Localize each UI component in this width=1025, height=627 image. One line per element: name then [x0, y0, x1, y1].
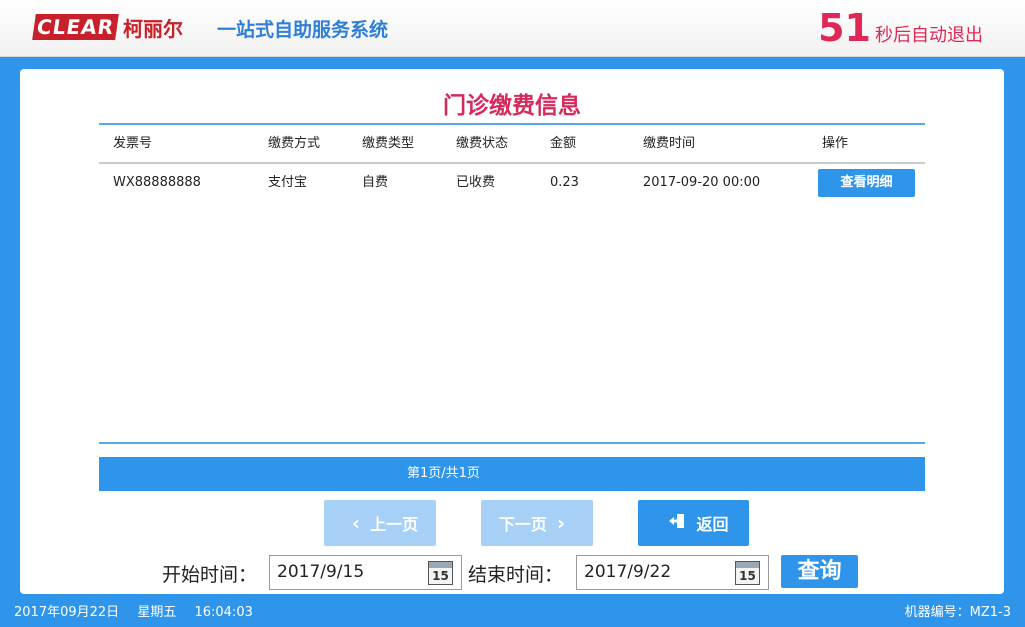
column-header-pay-method: 缴费方式 — [268, 136, 321, 151]
table-bottom-divider — [99, 442, 925, 444]
back-button[interactable]: 返回 — [638, 500, 749, 546]
chevron-right-icon: › — [556, 511, 566, 535]
chevron-left-icon: ‹ — [351, 511, 361, 535]
view-detail-button[interactable]: 查看明细 — [818, 169, 915, 197]
main-panel: 门诊缴费信息 发票号 缴费方式 缴费类型 缴费状态 金额 缴费时间 操作 WX8… — [20, 69, 1004, 594]
cell-invoice-no: WX88888888 — [113, 175, 201, 190]
column-header-action: 操作 — [822, 136, 849, 151]
payment-table: 发票号 缴费方式 缴费类型 缴费状态 金额 缴费时间 操作 WX88888888… — [99, 123, 925, 201]
back-label: 返回 — [696, 515, 729, 534]
pagination-bar: 第1页/共1页 — [99, 457, 925, 491]
machine-id: 机器编号：MZ1-3 — [904, 605, 1011, 620]
column-header-amount: 金额 — [550, 136, 577, 151]
next-page-label: 下一页 — [498, 515, 547, 534]
status-datetime: 2017年09月22日 星期五 16:04:03 — [14, 601, 267, 620]
page-title: 门诊缴费信息 — [443, 93, 581, 119]
countdown-seconds: 51 — [818, 6, 871, 50]
end-date-value: 2017/9/22 — [584, 562, 672, 582]
status-weekday: 星期五 — [137, 605, 177, 620]
page-indicator: 第1页/共1页 — [407, 466, 480, 481]
logo-chinese-name: 柯丽尔 — [122, 16, 183, 41]
end-date-label: 结束时间： — [468, 564, 564, 586]
countdown-label: 秒后自动退出 — [875, 25, 983, 46]
status-bar: 2017年09月22日 星期五 16:04:03 机器编号：MZ1-3 — [0, 597, 1025, 627]
column-header-pay-type: 缴费类型 — [362, 136, 415, 151]
calendar-day: 15 — [432, 569, 449, 583]
cell-amount: 0.23 — [550, 175, 579, 190]
start-date-label: 开始时间： — [162, 564, 258, 586]
cell-pay-status: 已收费 — [456, 175, 496, 190]
prev-page-button[interactable]: ‹ 上一页 — [324, 500, 436, 546]
exit-door-icon — [668, 511, 686, 535]
date-filter-row: 开始时间： 2017/9/15 15 结束时间： 2017/9/22 15 查询 — [20, 555, 1004, 591]
status-date: 2017年09月22日 — [14, 605, 120, 620]
cell-pay-method: 支付宝 — [268, 175, 308, 190]
start-date-value: 2017/9/15 — [277, 562, 365, 582]
column-header-invoice: 发票号 — [113, 136, 153, 151]
brand-logo: CLEAR 柯丽尔 — [32, 13, 183, 41]
query-button[interactable]: 查询 — [781, 555, 858, 588]
column-header-pay-time: 缴费时间 — [643, 136, 696, 151]
cell-pay-time: 2017-09-20 00:00 — [643, 175, 761, 190]
next-page-button[interactable]: 下一页 › — [481, 500, 593, 546]
calendar-day: 15 — [739, 569, 756, 583]
cell-pay-type: 自费 — [362, 175, 389, 190]
start-date-field[interactable]: 2017/9/15 15 — [269, 555, 462, 590]
calendar-icon[interactable]: 15 — [428, 561, 453, 585]
top-header: CLEAR 柯丽尔 一站式自助服务系统 51 秒后自动退出 — [0, 0, 1025, 57]
app-title: 一站式自助服务系统 — [217, 19, 389, 41]
auto-exit-countdown: 51 秒后自动退出 — [818, 6, 983, 50]
status-time: 16:04:03 — [194, 605, 253, 620]
logo-wordmark: CLEAR — [32, 14, 119, 40]
end-date-field[interactable]: 2017/9/22 15 — [576, 555, 769, 590]
prev-page-label: 上一页 — [370, 515, 419, 534]
table-row: WX88888888 支付宝 自费 已收费 0.23 2017-09-20 00… — [99, 164, 925, 201]
table-header: 发票号 缴费方式 缴费类型 缴费状态 金额 缴费时间 操作 — [99, 125, 925, 162]
calendar-icon[interactable]: 15 — [735, 561, 760, 585]
column-header-pay-status: 缴费状态 — [456, 136, 509, 151]
